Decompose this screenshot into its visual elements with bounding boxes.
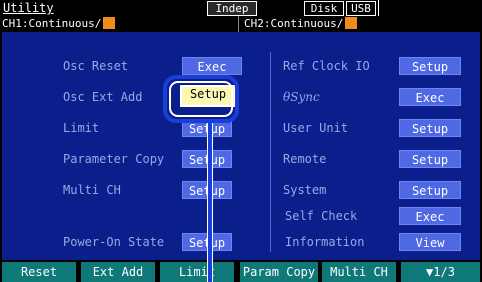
self-check-exec-button[interactable]: Exec [399, 207, 461, 225]
channel-divider [238, 16, 239, 32]
parameter-copy-label: Parameter Copy [63, 152, 165, 166]
ch2-status-text: CH2:Continuous/ [244, 17, 344, 30]
system-label: System [283, 183, 327, 197]
status-bar: Utility Indep Disk USB CH1:Continuous/ C… [0, 0, 482, 32]
softkey-limit[interactable]: Limit [160, 262, 234, 282]
power-on-state-label: Power-On State [63, 235, 165, 249]
ch2-status: CH2:Continuous/ [244, 16, 358, 32]
soft-key-bar: Reset Ext Add Limit Param Copy Multi CH … [0, 262, 482, 282]
ch1-status: CH1:Continuous/ [2, 16, 116, 32]
system-setup-button[interactable]: Setup [399, 181, 461, 199]
theta-sync-exec-button[interactable]: Exec [399, 88, 461, 106]
ch2-indicator-icon [345, 17, 358, 29]
ref-clock-io-label: Ref Clock IO [283, 59, 370, 73]
theta-sync-label: θSync [283, 90, 320, 104]
softkey-param-copy[interactable]: Param Copy [240, 262, 318, 282]
osc-reset-exec-button[interactable]: Exec [182, 57, 242, 75]
status-divider [378, 0, 379, 16]
menu-title: Utility [3, 1, 54, 15]
mode-badge: Indep [207, 1, 257, 16]
remote-setup-button[interactable]: Setup [399, 150, 461, 168]
limit-label: Limit [63, 121, 100, 135]
disk-badge: Disk [304, 1, 344, 16]
softkey-reset[interactable]: Reset [2, 262, 76, 282]
osc-ext-add-label: Osc Ext Add [63, 90, 143, 104]
information-label: Information [285, 235, 365, 249]
annotation-pointer-line [207, 123, 213, 282]
ch1-status-text: CH1:Continuous/ [2, 17, 102, 30]
softkey-multi-ch[interactable]: Multi CH [322, 262, 396, 282]
user-unit-label: User Unit [283, 121, 349, 135]
instrument-screen: Utility Indep Disk USB CH1:Continuous/ C… [0, 0, 482, 282]
ref-clock-io-setup-button[interactable]: Setup [399, 57, 461, 75]
osc-reset-label: Osc Reset [63, 59, 129, 73]
column-divider [270, 52, 271, 252]
utility-menu-panel: Osc Reset Exec Osc Ext Add Setup Limit S… [2, 32, 480, 260]
annotation-highlight-ring [163, 75, 239, 123]
user-unit-setup-button[interactable]: Setup [399, 119, 461, 137]
softkey-next-page[interactable]: ▼1/3 [401, 262, 480, 282]
multi-ch-label: Multi CH [63, 183, 121, 197]
remote-label: Remote [283, 152, 327, 166]
ch1-indicator-icon [103, 17, 116, 29]
information-view-button[interactable]: View [399, 233, 461, 251]
softkey-ext-add[interactable]: Ext Add [81, 262, 155, 282]
self-check-label: Self Check [285, 209, 358, 223]
usb-badge: USB [346, 1, 376, 16]
